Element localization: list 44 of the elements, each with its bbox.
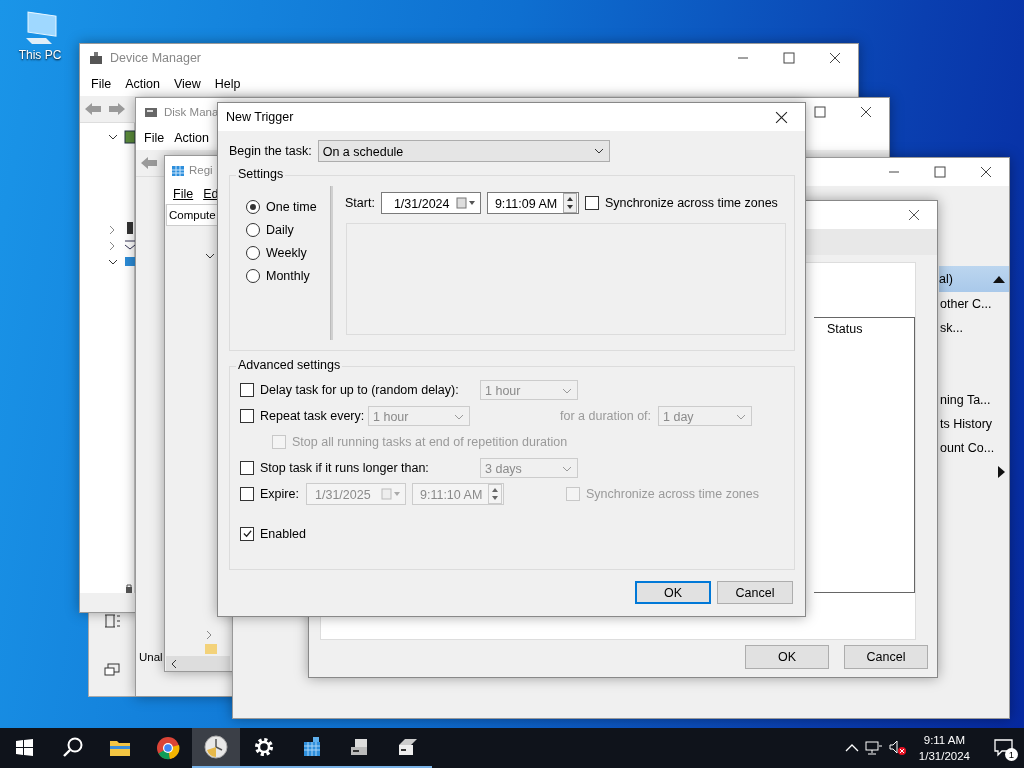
notification-badge: 1 — [1005, 748, 1018, 761]
checkbox-label[interactable]: Enabled — [260, 526, 306, 541]
menu-item[interactable]: File — [169, 187, 200, 201]
radio-label[interactable]: Daily — [266, 223, 294, 237]
actions-pane-link[interactable]: ts History — [939, 412, 1009, 436]
field-label: Start: — [345, 196, 375, 210]
group-label: Settings — [236, 167, 286, 181]
actions-header[interactable]: al) — [939, 266, 1009, 292]
checkbox-label[interactable]: Expire: — [260, 486, 300, 501]
group-label: Advanced settings — [236, 358, 343, 372]
menu-item[interactable]: Action — [118, 77, 167, 91]
dialog-button[interactable]: Cancel — [844, 645, 928, 669]
checkbox-label[interactable]: Repeat task every: — [260, 408, 362, 423]
field-label: Begin the task: — [229, 144, 312, 158]
window-title: Regi — [189, 164, 213, 176]
dialog-button[interactable]: Cancel — [717, 581, 793, 604]
window-title: Device Manager — [110, 51, 201, 65]
menu-item[interactable]: View — [166, 77, 208, 91]
menu-item[interactable]: File — [84, 77, 119, 91]
menu-item[interactable]: Action — [170, 131, 215, 145]
dialog-button[interactable]: OK — [745, 645, 829, 669]
status-text: Unal — [139, 651, 163, 663]
checkbox-label[interactable]: Synchronize across time zones — [604, 196, 778, 210]
checkbox-label[interactable]: Delay task for up to (random delay): — [260, 382, 474, 397]
menu-item[interactable]: File — [140, 131, 171, 145]
menu-item[interactable]: Help — [207, 77, 248, 91]
radio-label[interactable]: Weekly — [266, 246, 307, 260]
field-label: for a duration of: — [560, 408, 652, 423]
column-header[interactable]: Status — [827, 322, 863, 336]
actions-pane-link[interactable]: other C... — [939, 292, 1009, 316]
task-dropdown[interactable]: On a schedule — [317, 140, 610, 162]
dialog-title: New Trigger — [226, 110, 294, 124]
clock-time[interactable]: 9:11 AM — [923, 732, 966, 748]
clock-date[interactable]: 1/31/2024 — [918, 748, 970, 764]
actions-pane-link[interactable]: sk... — [939, 316, 1009, 340]
time-field[interactable]: 9:11:09 AM — [486, 192, 579, 214]
date-field[interactable]: 1/31/2024 — [380, 192, 481, 214]
actions-pane-link[interactable]: ount Co... — [939, 436, 1009, 460]
actions-pane-link[interactable]: ning Ta... — [939, 388, 1009, 412]
radio-label[interactable]: One time — [266, 200, 317, 214]
dialog-button[interactable]: OK — [635, 581, 711, 604]
radio-label[interactable]: Monthly — [266, 269, 310, 283]
window-title: Disk Mana — [164, 106, 219, 118]
checkbox-label[interactable]: Stop task if it runs longer than: — [260, 460, 474, 475]
